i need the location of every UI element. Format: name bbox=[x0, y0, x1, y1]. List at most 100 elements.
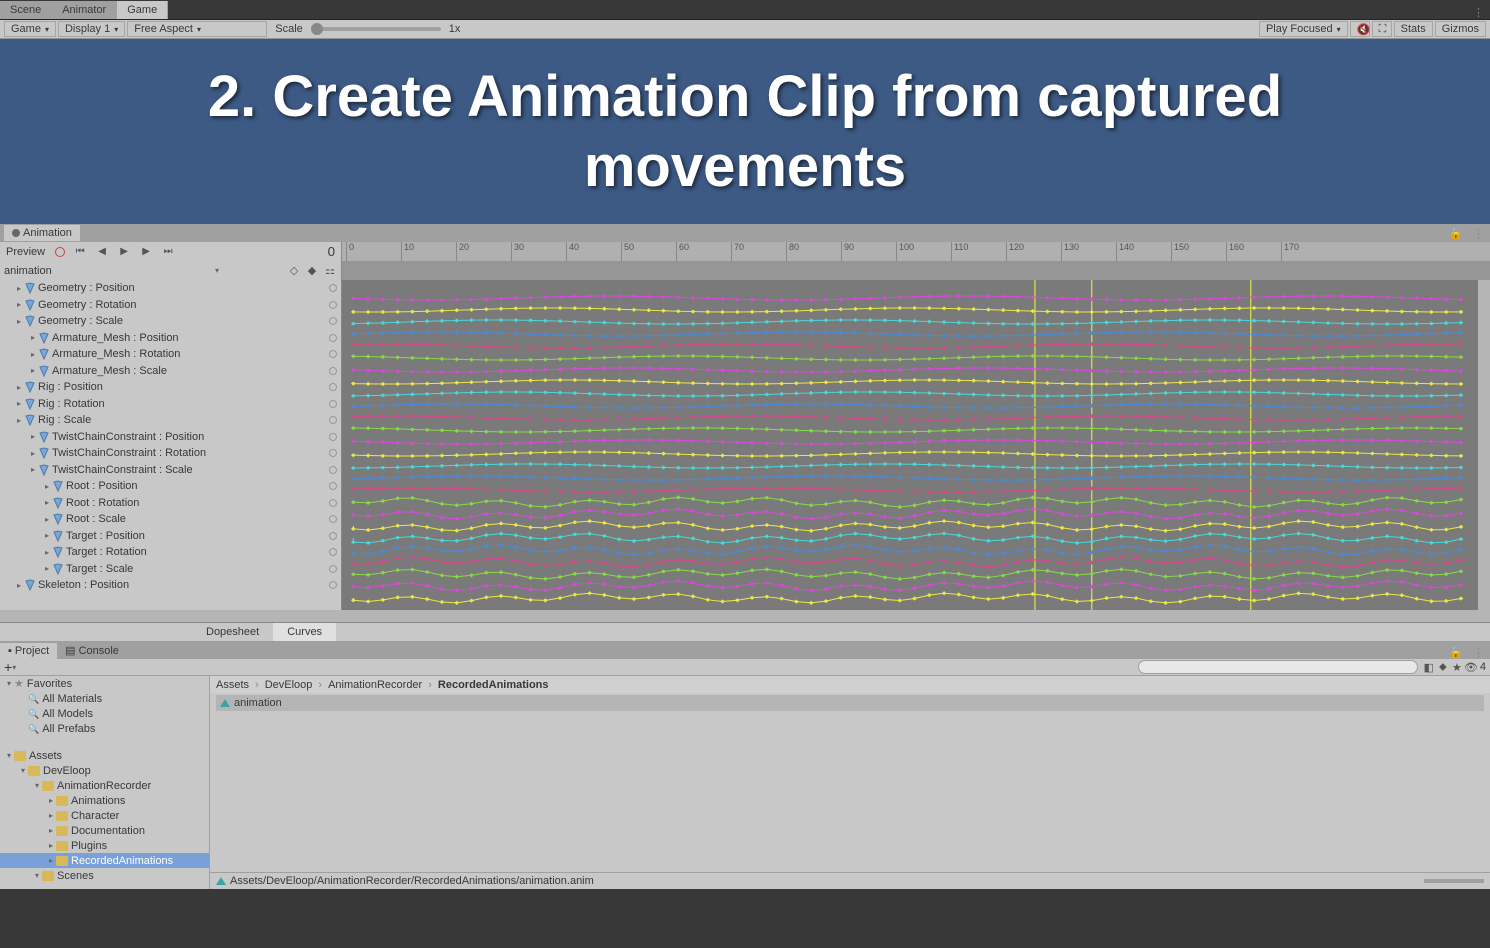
breadcrumb[interactable]: Assets DevEloop AnimationRecorder RecordedA… bbox=[210, 676, 1490, 693]
expand-arrow[interactable]: ▸ bbox=[14, 416, 24, 425]
expand-arrow[interactable]: ▸ bbox=[28, 465, 38, 474]
add-key-button[interactable]: ◇ bbox=[287, 264, 301, 278]
breadcrumb-item[interactable]: Assets bbox=[216, 679, 249, 691]
breadcrumb-item[interactable]: AnimationRecorder bbox=[328, 679, 422, 691]
expand-arrow[interactable]: ▸ bbox=[14, 300, 24, 309]
expand-arrow[interactable]: ▸ bbox=[28, 333, 38, 342]
folder-tree[interactable]: ▾FavoritesAll MaterialsAll ModelsAll Pre… bbox=[0, 676, 210, 889]
record-button[interactable] bbox=[51, 243, 69, 260]
timeline-ruler[interactable]: 0102030405060708090100110120130140150160… bbox=[342, 242, 1490, 261]
property-row[interactable]: ▸Target : Scale bbox=[0, 561, 341, 578]
scale-slider[interactable] bbox=[311, 27, 441, 31]
tree-item[interactable]: ▾Assets bbox=[0, 748, 209, 763]
expand-arrow[interactable]: ▾ bbox=[32, 781, 42, 790]
kebab-icon[interactable]: ⋮ bbox=[1467, 6, 1490, 19]
tab-project[interactable]: ▪Project bbox=[0, 643, 57, 659]
expand-arrow[interactable]: ▸ bbox=[42, 531, 52, 540]
expand-arrow[interactable]: ▸ bbox=[42, 498, 52, 507]
property-row[interactable]: ▸Root : Rotation bbox=[0, 495, 341, 512]
tab-animator[interactable]: Animator bbox=[52, 1, 117, 19]
expand-arrow[interactable]: ▸ bbox=[28, 449, 38, 458]
property-row[interactable]: ▸Target : Position bbox=[0, 528, 341, 545]
expand-arrow[interactable]: ▾ bbox=[18, 766, 28, 775]
expand-arrow[interactable]: ▸ bbox=[14, 317, 24, 326]
tree-item[interactable]: ▾Scenes bbox=[0, 868, 209, 883]
curves-view[interactable] bbox=[342, 280, 1478, 610]
tree-item[interactable]: ▸Animations bbox=[0, 793, 209, 808]
property-row[interactable]: ▸Armature_Mesh : Position bbox=[0, 330, 341, 347]
tab-dopesheet[interactable]: Dopesheet bbox=[192, 623, 273, 641]
kebab-icon[interactable]: ⋮ bbox=[1467, 646, 1490, 659]
property-row[interactable]: ▸TwistChainConstraint : Rotation bbox=[0, 445, 341, 462]
scrollbar[interactable] bbox=[1478, 280, 1490, 610]
expand-arrow[interactable]: ▾ bbox=[4, 679, 14, 688]
expand-arrow[interactable]: ▸ bbox=[42, 564, 52, 573]
add-button[interactable]: + bbox=[4, 659, 12, 675]
tab-curves[interactable]: Curves bbox=[273, 623, 336, 641]
tab-animation[interactable]: Animation bbox=[4, 225, 80, 241]
expand-arrow[interactable]: ▸ bbox=[14, 284, 24, 293]
property-row[interactable]: ▸Geometry : Rotation bbox=[0, 297, 341, 314]
play-mode-dropdown[interactable]: Play Focused bbox=[1259, 21, 1348, 37]
expand-arrow[interactable]: ▸ bbox=[46, 796, 56, 805]
property-row[interactable]: ▸Armature_Mesh : Scale bbox=[0, 363, 341, 380]
expand-arrow[interactable]: ▾ bbox=[4, 751, 14, 760]
property-row[interactable]: ▸Skeleton : Position bbox=[0, 577, 341, 594]
expand-arrow[interactable]: ▸ bbox=[28, 350, 38, 359]
asset-list[interactable]: animation bbox=[210, 693, 1490, 872]
frame-input[interactable] bbox=[241, 244, 341, 260]
filter-type-button[interactable]: ◧ bbox=[1422, 660, 1436, 674]
expand-arrow[interactable]: ▸ bbox=[42, 515, 52, 524]
property-row[interactable]: ▸TwistChainConstraint : Position bbox=[0, 429, 341, 446]
property-row[interactable]: ▸Root : Scale bbox=[0, 511, 341, 528]
stats-button[interactable]: Stats bbox=[1394, 21, 1433, 37]
asset-item[interactable]: animation bbox=[216, 695, 1484, 711]
tree-item[interactable]: ▸Character bbox=[0, 808, 209, 823]
property-row[interactable]: ▸Armature_Mesh : Rotation bbox=[0, 346, 341, 363]
search-input[interactable] bbox=[1138, 660, 1418, 674]
gizmos-button[interactable]: Gizmos bbox=[1435, 21, 1486, 37]
size-slider[interactable] bbox=[1424, 879, 1484, 883]
property-row[interactable]: ▸Geometry : Scale bbox=[0, 313, 341, 330]
expand-arrow[interactable]: ▸ bbox=[46, 856, 56, 865]
play-button[interactable]: ▶ bbox=[113, 243, 135, 260]
tree-item[interactable]: ▾DevEloop bbox=[0, 763, 209, 778]
aspect-dropdown[interactable]: Free Aspect bbox=[127, 21, 267, 37]
display-dropdown[interactable]: Display 1 bbox=[58, 21, 125, 37]
tree-item[interactable]: ▸RecordedAnimations bbox=[0, 853, 209, 868]
kebab-icon[interactable]: ⋮ bbox=[1467, 227, 1490, 240]
expand-arrow[interactable]: ▾ bbox=[32, 871, 42, 880]
tree-item[interactable]: All Materials bbox=[0, 691, 209, 706]
property-row[interactable]: ▸Target : Rotation bbox=[0, 544, 341, 561]
breadcrumb-item[interactable]: DevEloop bbox=[265, 679, 313, 691]
property-row[interactable]: ▸Rig : Position bbox=[0, 379, 341, 396]
expand-arrow[interactable]: ▸ bbox=[42, 482, 52, 491]
property-row[interactable]: ▸Rig : Rotation bbox=[0, 396, 341, 413]
expand-arrow[interactable]: ▸ bbox=[28, 432, 38, 441]
property-row[interactable]: ▸Geometry : Position bbox=[0, 280, 341, 297]
breadcrumb-item[interactable]: RecordedAnimations bbox=[438, 679, 549, 691]
mute-button[interactable]: 🔇 bbox=[1350, 21, 1370, 37]
tree-item[interactable]: All Models bbox=[0, 706, 209, 721]
tree-item[interactable]: ▸Plugins bbox=[0, 838, 209, 853]
lock-icon[interactable]: 🔓 bbox=[1445, 227, 1467, 240]
lock-icon[interactable]: 🔓 bbox=[1445, 646, 1467, 659]
favorite-button[interactable]: ★ bbox=[1450, 660, 1464, 674]
tree-item[interactable]: All Prefabs bbox=[0, 721, 209, 736]
property-row[interactable]: ▸Root : Position bbox=[0, 478, 341, 495]
last-frame-button[interactable]: ⏭ bbox=[157, 243, 179, 260]
property-row[interactable]: ▸TwistChainConstraint : Scale bbox=[0, 462, 341, 479]
tree-item[interactable]: ▾Favorites bbox=[0, 676, 209, 691]
add-event-button[interactable]: ◆ bbox=[305, 264, 319, 278]
tree-item[interactable]: ▾AnimationRecorder bbox=[0, 778, 209, 793]
expand-arrow[interactable]: ▸ bbox=[14, 399, 24, 408]
property-list[interactable]: ▸Geometry : Position▸Geometry : Rotation… bbox=[0, 280, 342, 610]
tab-console[interactable]: ▤Console bbox=[57, 642, 127, 659]
expand-arrow[interactable]: ▸ bbox=[46, 841, 56, 850]
next-frame-button[interactable]: ▶ bbox=[135, 243, 157, 260]
mode-dropdown[interactable]: Game bbox=[4, 21, 56, 37]
tree-item[interactable]: ▸Documentation bbox=[0, 823, 209, 838]
tab-game[interactable]: Game bbox=[117, 1, 168, 19]
preview-button[interactable]: Preview bbox=[0, 243, 51, 260]
filter-label-button[interactable]: ⬥ bbox=[1436, 660, 1450, 674]
